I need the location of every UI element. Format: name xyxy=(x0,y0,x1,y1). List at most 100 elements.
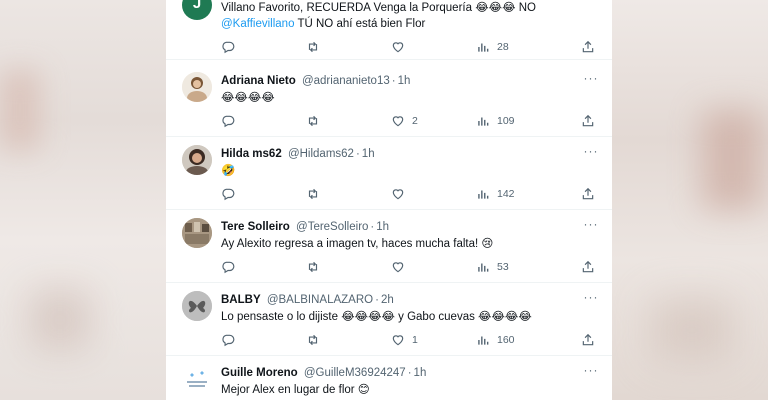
views-button[interactable]: 160 xyxy=(476,332,515,348)
retweet-button[interactable] xyxy=(306,186,327,202)
avatar-image xyxy=(182,145,212,175)
reply-button[interactable] xyxy=(221,259,242,275)
share-button[interactable] xyxy=(581,332,595,348)
tweet-header: Guille Moreno @GuilleM36924247 · 1h ··· xyxy=(221,364,600,382)
heart-icon xyxy=(392,42,404,53)
background-right xyxy=(612,0,768,400)
author-name[interactable]: Adriana Nieto xyxy=(221,75,296,87)
tweet[interactable]: Hilda ms62 @Hildams62 · 1h ··· 🤣 142 xyxy=(166,136,612,210)
views-button[interactable]: 53 xyxy=(476,259,509,275)
author-name[interactable]: Guille Moreno xyxy=(221,367,298,379)
tweet-actions: 28 xyxy=(221,39,599,55)
retweet-icon xyxy=(308,261,318,273)
heart-icon xyxy=(392,189,404,200)
tweet-header: BALBY @BALBINALAZARO · 2h ··· xyxy=(221,291,600,309)
like-button[interactable] xyxy=(391,259,412,275)
retweet-button[interactable] xyxy=(306,39,327,55)
like-button[interactable]: 1 xyxy=(391,332,418,348)
views-button[interactable]: 109 xyxy=(476,113,515,129)
share-icon xyxy=(582,333,594,346)
like-button[interactable] xyxy=(391,39,412,55)
avatar-image xyxy=(182,364,212,394)
reply-icon xyxy=(222,188,235,201)
tweet[interactable]: J Villano Favorito, RECUERDA Venga la Po… xyxy=(166,0,612,60)
author-handle[interactable]: @TereSolleiro xyxy=(296,221,368,233)
more-icon[interactable]: ··· xyxy=(582,72,600,90)
views-icon xyxy=(478,43,489,52)
author-name[interactable]: BALBY xyxy=(221,294,261,306)
share-icon xyxy=(582,40,594,53)
tweet-time[interactable]: 1h xyxy=(376,221,389,233)
more-icon[interactable]: ··· xyxy=(582,364,600,382)
avatar[interactable] xyxy=(182,218,212,248)
like-button[interactable]: 2 xyxy=(391,113,418,129)
tweet-text: Mejor Alex en lugar de flor 😊 xyxy=(221,384,370,396)
author-name[interactable]: Tere Solleiro xyxy=(221,221,290,233)
retweet-button[interactable] xyxy=(306,332,327,348)
share-button[interactable] xyxy=(581,186,595,202)
more-icon[interactable]: ··· xyxy=(582,145,600,163)
mention-link[interactable]: @Kaffievillano xyxy=(221,18,294,30)
tweet[interactable]: Adriana Nieto @adriananieto13 · 1h ··· 😂😂😂… xyxy=(166,63,612,137)
tweet[interactable]: Tere Solleiro @TereSolleiro · 1h ··· Ay Al… xyxy=(166,209,612,283)
avatar[interactable] xyxy=(182,364,212,394)
avatar[interactable]: J xyxy=(182,0,212,20)
tweet-text: 😂😂😂😂 xyxy=(221,92,275,104)
tweet-header: Hilda ms62 @Hildams62 · 1h ··· xyxy=(221,145,600,163)
tweet-text: Villano Favorito, RECUERDA Venga la Porq… xyxy=(221,2,536,14)
tweet-actions: 142 xyxy=(221,186,599,202)
tweet[interactable]: BALBY @BALBINALAZARO · 2h ··· Lo pensaste … xyxy=(166,282,612,356)
avatar-image xyxy=(182,291,212,321)
share-button[interactable] xyxy=(581,259,595,275)
views-button[interactable]: 28 xyxy=(476,39,509,55)
reply-button[interactable] xyxy=(221,332,242,348)
share-button[interactable] xyxy=(581,113,595,129)
tweet-text: Ay Alexito regresa a imagen tv, haces mu… xyxy=(221,238,494,250)
tweet-actions: 53 xyxy=(221,259,599,275)
background-left xyxy=(0,0,166,400)
author-handle[interactable]: @BALBINALAZARO xyxy=(267,294,373,306)
reply-feed: J Villano Favorito, RECUERDA Venga la Po… xyxy=(166,0,612,400)
share-icon xyxy=(582,260,594,273)
reply-icon xyxy=(222,334,235,347)
tweet-time[interactable]: 1h xyxy=(362,148,375,160)
avatar-image xyxy=(182,218,212,248)
avatar-image xyxy=(182,72,212,102)
author-handle[interactable]: @GuilleM36924247 xyxy=(304,367,406,379)
share-icon xyxy=(582,114,594,127)
retweet-icon xyxy=(308,41,318,53)
avatar[interactable] xyxy=(182,72,212,102)
avatar[interactable] xyxy=(182,145,212,175)
heart-icon xyxy=(392,335,404,346)
reply-icon xyxy=(222,261,235,274)
tweet-time[interactable]: 1h xyxy=(398,75,411,87)
reply-button[interactable] xyxy=(221,39,242,55)
tweet[interactable]: Guille Moreno @GuilleM36924247 · 1h ··· Me… xyxy=(166,355,612,400)
tweet-text: 🤣 xyxy=(221,165,236,177)
avatar[interactable] xyxy=(182,291,212,321)
reply-button[interactable] xyxy=(221,186,242,202)
share-icon xyxy=(582,187,594,200)
like-button[interactable] xyxy=(391,186,412,202)
tweet-header: Adriana Nieto @adriananieto13 · 1h ··· xyxy=(221,72,600,90)
author-name[interactable]: Hilda ms62 xyxy=(221,148,282,160)
reply-icon xyxy=(222,41,235,54)
heart-icon xyxy=(392,116,404,127)
tweet-time[interactable]: 1h xyxy=(414,367,427,379)
views-button[interactable]: 142 xyxy=(476,186,515,202)
more-icon[interactable]: ··· xyxy=(582,218,600,236)
tweet-time[interactable]: 2h xyxy=(381,294,394,306)
author-handle[interactable]: @Hildams62 xyxy=(288,148,354,160)
retweet-button[interactable] xyxy=(306,113,327,129)
tweet-text-line2: @Kaffievillano TÚ NO ahí está bien Flor xyxy=(221,18,426,30)
retweet-icon xyxy=(308,115,318,127)
more-icon[interactable]: ··· xyxy=(582,291,600,309)
views-icon xyxy=(478,263,489,272)
retweet-button[interactable] xyxy=(306,259,327,275)
reply-button[interactable] xyxy=(221,113,242,129)
share-button[interactable] xyxy=(581,39,595,55)
author-handle[interactable]: @adriananieto13 xyxy=(302,75,390,87)
tweet-text: Lo pensaste o lo dijiste 😂😂😂😂 y Gabo cue… xyxy=(221,311,532,323)
views-icon xyxy=(478,190,489,199)
tweet-actions: 1 160 xyxy=(221,332,599,348)
